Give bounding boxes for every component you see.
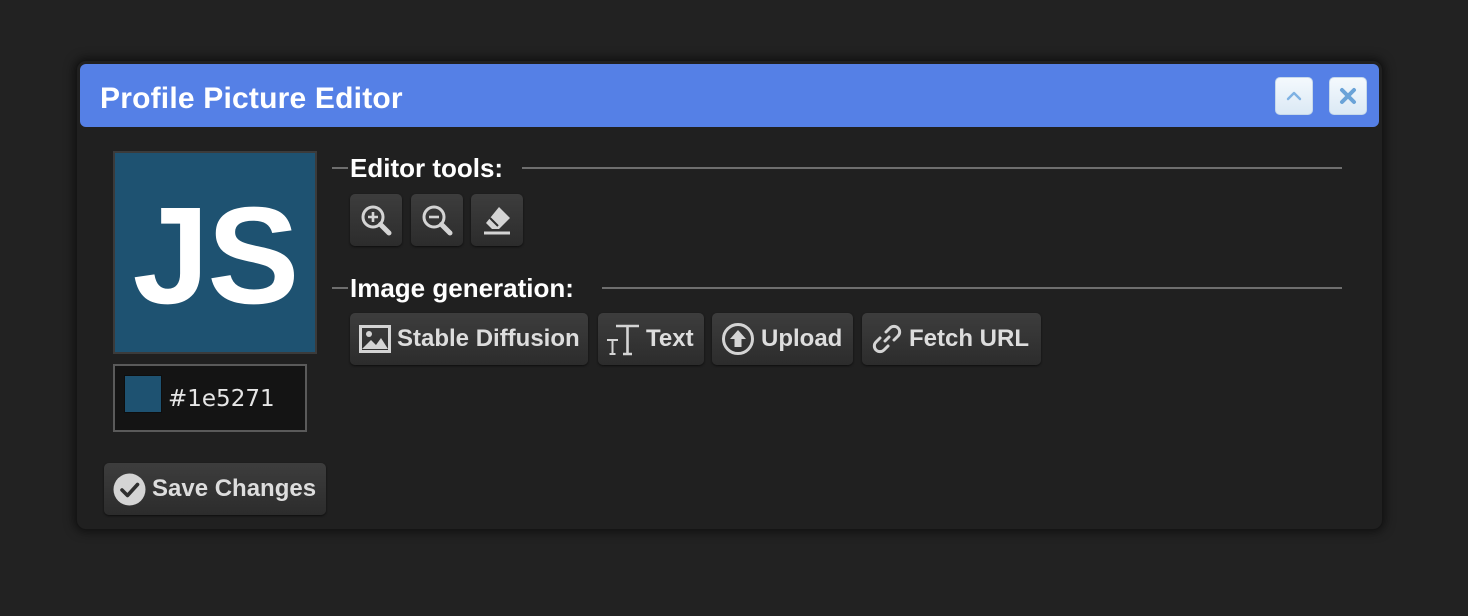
fetch-url-label: Fetch URL [909,325,1029,352]
zoom-out-button[interactable] [411,194,463,246]
check-circle-icon [113,473,146,505]
zoom-out-icon [422,205,453,236]
close-icon [1340,88,1356,104]
editor-tools-label: Editor tools: [350,153,504,183]
chevron-up-icon [1286,91,1302,101]
close-button[interactable] [1329,77,1367,115]
color-hex-value: #1e5271 [168,386,275,412]
text-label: Text [646,325,694,352]
divider [332,167,348,169]
color-swatch[interactable] [124,375,162,413]
avatar-preview: JS [113,151,317,354]
image-generation-section: Image generation: [332,273,1342,303]
dialog-title: Profile Picture Editor [100,82,403,115]
stable-diffusion-button[interactable]: Stable Diffusion [350,313,588,365]
upload-icon [722,323,754,355]
divider [522,167,1342,169]
zoom-in-icon [361,205,392,236]
fetch-url-button[interactable]: Fetch URL [862,313,1041,365]
image-icon [359,325,391,353]
background-color-picker[interactable]: #1e5271 [113,364,307,432]
divider [602,287,1342,289]
eraser-icon [484,207,510,235]
text-icon [607,324,639,356]
upload-button[interactable]: Upload [712,313,853,365]
save-changes-button[interactable]: Save Changes [104,463,326,515]
dialog-titlebar[interactable]: Profile Picture Editor [80,64,1379,127]
stable-diffusion-label: Stable Diffusion [397,325,580,352]
eraser-button[interactable] [471,194,523,246]
collapse-button[interactable] [1275,77,1313,115]
image-generation-label: Image generation: [350,273,574,303]
save-changes-label: Save Changes [152,475,317,502]
zoom-in-button[interactable] [350,194,402,246]
upload-label: Upload [761,325,843,352]
text-button[interactable]: Text [598,313,704,365]
link-icon [872,324,902,354]
divider [332,287,348,289]
editor-tools-section: Editor tools: [332,153,1342,183]
profile-picture-editor-dialog: Profile Picture Editor JS #1e5271 Editor… [76,60,1383,530]
